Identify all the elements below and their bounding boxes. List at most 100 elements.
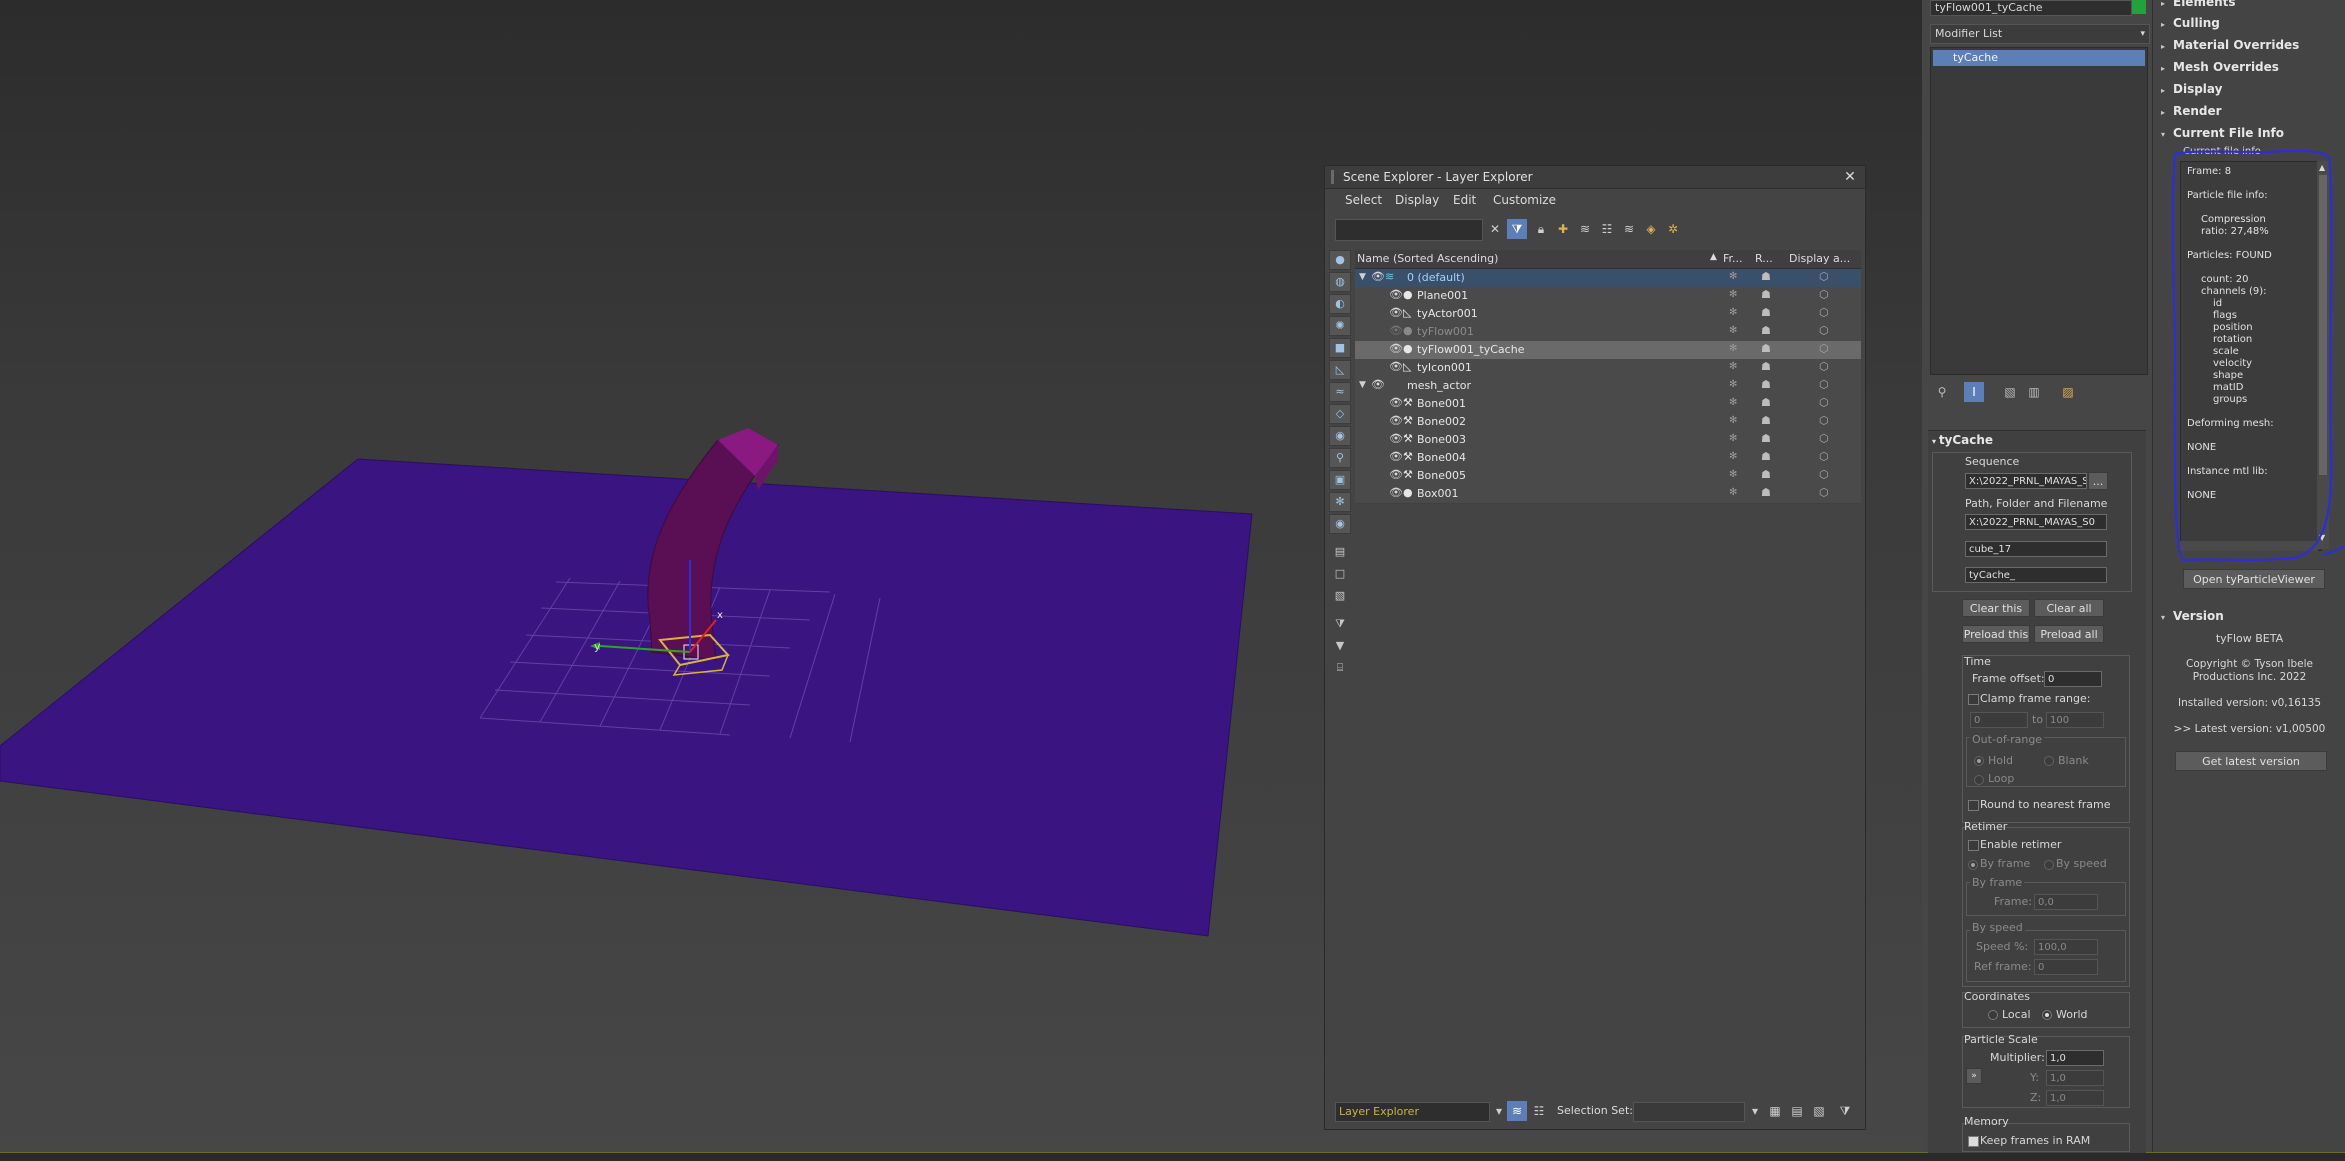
- keep-frames-checkbox[interactable]: [1968, 1136, 1979, 1147]
- drag-grip[interactable]: [1331, 170, 1334, 184]
- object-name-field[interactable]: tyFlow001_tyCache: [1930, 0, 2132, 16]
- preload-this-button[interactable]: Preload this: [1962, 625, 2030, 643]
- display-box-icon[interactable]: ⬡: [1819, 306, 1829, 319]
- filename-field[interactable]: cube_17: [1965, 541, 2107, 557]
- clear-search-icon[interactable]: ✕: [1485, 219, 1505, 239]
- speed-field[interactable]: 100,0: [2034, 939, 2098, 955]
- object-row[interactable]: 👁︎ ● Plane001 ✻ ☗ ⬡: [1355, 287, 1861, 306]
- enable-retimer-checkbox[interactable]: [1968, 840, 1979, 851]
- rollout-material-overrides[interactable]: ▸ Material Overrides: [2161, 38, 2299, 52]
- local-radio[interactable]: [1988, 1010, 1998, 1020]
- edit-selection-set-icon[interactable]: ▦: [1765, 1101, 1785, 1121]
- object-row[interactable]: 👁︎ ⚒ Bone003 ✻ ☗ ⬡: [1355, 431, 1861, 450]
- settings-icon[interactable]: ✲: [1663, 219, 1683, 239]
- world-radio[interactable]: [2042, 1010, 2052, 1020]
- loop-radio[interactable]: [1974, 775, 1984, 785]
- invert-selection-icon[interactable]: ▧: [1329, 586, 1351, 606]
- freeze-icon[interactable]: ✻: [1729, 271, 1737, 282]
- geometry-filter-icon[interactable]: ◍: [1329, 272, 1351, 292]
- freeze-icon[interactable]: ✻: [1729, 325, 1737, 336]
- rollout-current-file-info[interactable]: ▾ Current File Info: [2161, 126, 2284, 140]
- group-filter-icon[interactable]: ◇: [1329, 404, 1351, 424]
- display-box-icon[interactable]: ⬡: [1819, 288, 1829, 301]
- chevron-down-icon[interactable]: ▾: [1489, 1101, 1509, 1121]
- new-layer-icon[interactable]: ✚: [1553, 219, 1573, 239]
- object-row[interactable]: 👁︎ ◺ tyIcon001 ✻ ☗ ⬡: [1355, 359, 1861, 378]
- render-teapot-icon[interactable]: ☗: [1761, 306, 1771, 319]
- object-row[interactable]: 👁︎ ● Box001 ✻ ☗ ⬡: [1355, 485, 1861, 504]
- name-column-header[interactable]: Name (Sorted Ascending): [1357, 252, 1707, 265]
- clear-this-button[interactable]: Clear this: [1962, 599, 2030, 617]
- display-box-icon[interactable]: ⬡: [1819, 270, 1829, 283]
- scene-explorer-window[interactable]: Scene Explorer - Layer Explorer ✕ Select…: [1324, 165, 1866, 1130]
- object-row[interactable]: 👁︎ ⚒ Bone004 ✻ ☗ ⬡: [1355, 449, 1861, 468]
- display-box-icon[interactable]: ⬡: [1819, 432, 1829, 445]
- hidden-filter-icon[interactable]: ◉: [1329, 514, 1351, 534]
- sequence-path-field[interactable]: X:\2022_PRNL_MAYAS_S0: [1965, 473, 2087, 489]
- ref-frame-field[interactable]: 0: [2034, 959, 2098, 975]
- layers-icon[interactable]: ≋: [1619, 219, 1639, 239]
- render-teapot-icon[interactable]: ☗: [1761, 486, 1771, 499]
- display-box-icon[interactable]: ⬡: [1819, 342, 1829, 355]
- tycache-rollout-title[interactable]: ▾ tyCache: [1932, 433, 1993, 447]
- shape-filter-icon[interactable]: ◐: [1329, 294, 1351, 314]
- xref-filter-icon[interactable]: ◉: [1329, 426, 1351, 446]
- selection-set-arrow-icon[interactable]: ▾: [1745, 1101, 1765, 1121]
- visibility-eye-icon[interactable]: 👁︎: [1389, 288, 1403, 301]
- pin-stack-icon[interactable]: ⚲: [1932, 382, 1952, 402]
- search-input[interactable]: [1335, 219, 1483, 241]
- hierarchy-mode-icon[interactable]: ☷: [1529, 1101, 1549, 1121]
- frozen-column-header[interactable]: Fr...: [1723, 252, 1751, 265]
- layer-row[interactable]: ▼ 👁︎ ≋ 0 (default) ✻ ☗ ⬡: [1355, 269, 1861, 288]
- camera-filter-icon[interactable]: ■: [1329, 338, 1351, 358]
- display-box-icon[interactable]: ⬡: [1819, 324, 1829, 337]
- by-frame-radio[interactable]: [1968, 860, 1978, 870]
- visibility-eye-icon[interactable]: 👁︎: [1389, 432, 1403, 445]
- clamp-from-field[interactable]: 0: [1970, 712, 2028, 728]
- display-box-icon[interactable]: ⬡: [1819, 486, 1829, 499]
- prefix-field[interactable]: tyCache_: [1965, 567, 2107, 583]
- expand-triangle-icon[interactable]: ▼: [1359, 380, 1366, 390]
- render-teapot-icon[interactable]: ☗: [1761, 414, 1771, 427]
- hierarchy-icon[interactable]: ☷: [1597, 219, 1617, 239]
- visibility-eye-icon[interactable]: 👁︎: [1371, 378, 1385, 391]
- render-teapot-icon[interactable]: ☗: [1761, 468, 1771, 481]
- render-teapot-icon[interactable]: ☗: [1761, 432, 1771, 445]
- display-box-icon[interactable]: ⬡: [1819, 360, 1829, 373]
- rollout-mesh-overrides[interactable]: ▸ Mesh Overrides: [2161, 60, 2279, 74]
- object-row[interactable]: 👁︎ ● tyFlow001_tyCache ✻ ☗ ⬡: [1355, 341, 1861, 360]
- hold-radio[interactable]: [1974, 756, 1984, 766]
- preload-all-button[interactable]: Preload all: [2034, 625, 2104, 643]
- visibility-eye-icon[interactable]: 👁︎: [1389, 486, 1403, 499]
- blank-radio[interactable]: [2044, 756, 2054, 766]
- render-teapot-icon[interactable]: ☗: [1761, 324, 1771, 337]
- funnel-icon[interactable]: ▼: [1329, 636, 1351, 656]
- remove-selection-set-icon[interactable]: ▧: [1809, 1101, 1829, 1121]
- find-icon[interactable]: ⌸: [1329, 658, 1351, 678]
- object-row[interactable]: 👁︎ ⚒ Bone002 ✻ ☗ ⬡: [1355, 413, 1861, 432]
- render-teapot-icon[interactable]: ☗: [1761, 270, 1771, 283]
- bone-filter-icon[interactable]: ⚲: [1329, 448, 1351, 468]
- round-checkbox[interactable]: [1968, 800, 1979, 811]
- render-teapot-icon[interactable]: ☗: [1761, 450, 1771, 463]
- add-selection-set-icon[interactable]: ▤: [1787, 1101, 1807, 1121]
- object-row[interactable]: 👁︎ ◺ tyActor001 ✻ ☗ ⬡: [1355, 305, 1861, 324]
- filter-toggle-icon[interactable]: ⧩: [1507, 219, 1527, 239]
- freeze-icon[interactable]: ✻: [1729, 379, 1737, 390]
- layer-explorer-icon[interactable]: ≋: [1507, 1101, 1527, 1121]
- display-all-icon[interactable]: ●: [1329, 250, 1351, 270]
- freeze-icon[interactable]: ✻: [1729, 361, 1737, 372]
- freeze-icon[interactable]: ✻: [1729, 433, 1737, 444]
- rollout-culling[interactable]: ▸ Culling: [2161, 16, 2220, 30]
- freeze-icon[interactable]: ✻: [1729, 415, 1737, 426]
- browse-button[interactable]: ...: [2088, 472, 2108, 490]
- rollout-render[interactable]: ▸ Render: [2161, 104, 2222, 118]
- visibility-eye-icon[interactable]: 👁︎: [1389, 450, 1403, 463]
- layer-row[interactable]: ▼ 👁︎ mesh_actor ✻ ☗ ⬡: [1355, 377, 1861, 396]
- by-speed-radio[interactable]: [2044, 860, 2054, 870]
- make-current-icon[interactable]: ◈: [1641, 219, 1661, 239]
- visibility-eye-icon[interactable]: 👁︎: [1389, 324, 1403, 337]
- object-color-swatch[interactable]: [2132, 0, 2146, 14]
- freeze-icon[interactable]: ✻: [1729, 397, 1737, 408]
- show-end-result-icon[interactable]: Ⅰ: [1964, 382, 1984, 402]
